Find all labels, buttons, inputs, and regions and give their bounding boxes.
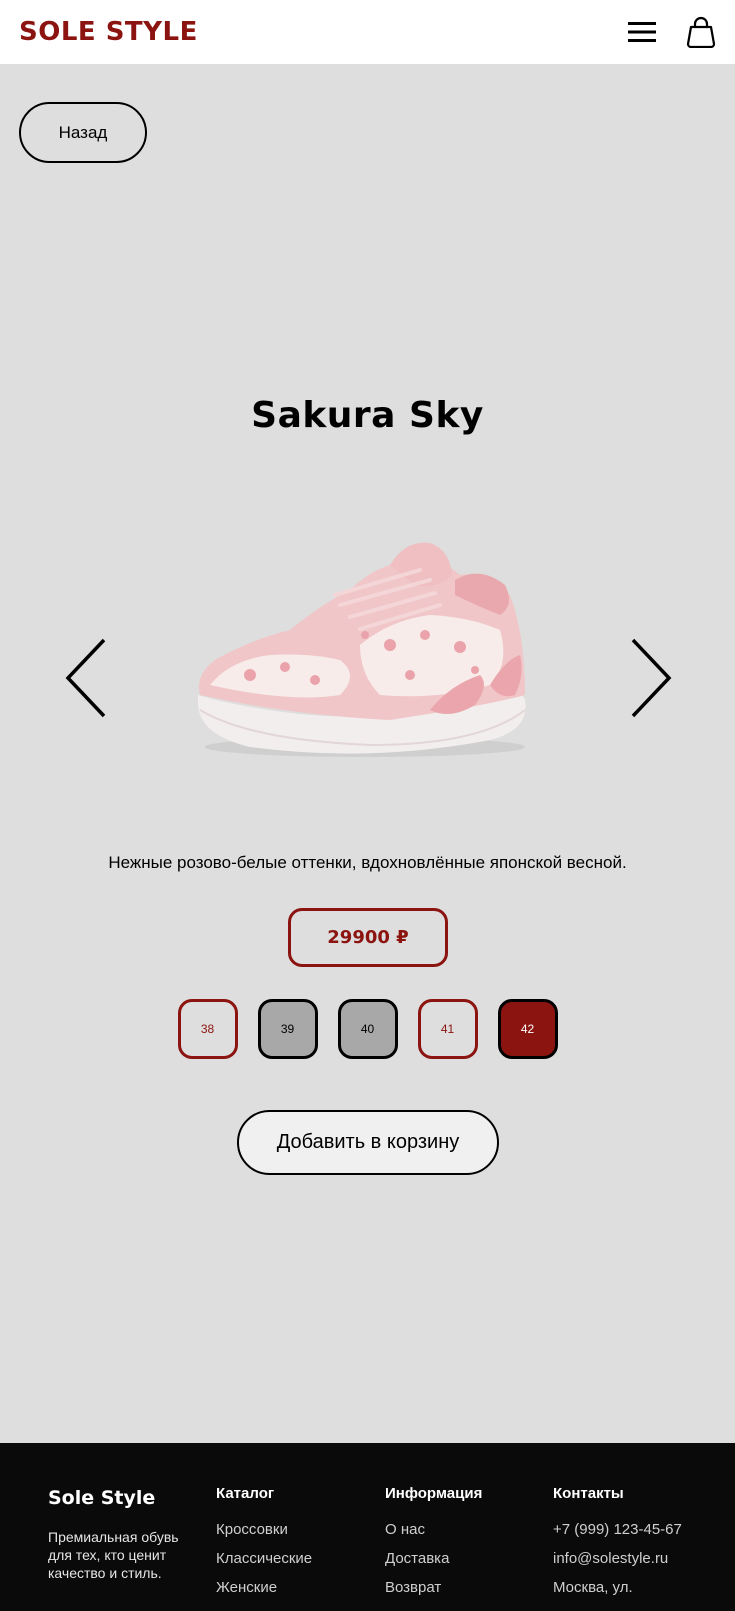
site-footer: Sole Style Премиальная обувь для тех, кт… (0, 1443, 735, 1611)
product-title: Sakura Sky (251, 395, 484, 436)
footer-contacts: Контакты +7 (999) 123-45-67 info@solesty… (553, 1485, 703, 1608)
footer-info: Информация О нас Доставка Возврат (385, 1485, 482, 1608)
chevron-left-icon[interactable] (62, 638, 112, 718)
footer-heading-contacts: Контакты (553, 1485, 624, 1502)
footer-link-about[interactable]: О нас (385, 1521, 482, 1539)
footer-heading-catalog: Каталог (216, 1485, 275, 1502)
shopping-bag-icon[interactable] (686, 16, 716, 48)
site-header: SOLE STYLE (0, 0, 735, 64)
size-selector: 38 39 40 41 42 (0, 999, 735, 1059)
sneaker-image (190, 535, 545, 770)
footer-heading-info: Информация (385, 1485, 483, 1502)
footer-link-sneakers[interactable]: Кроссовки (216, 1521, 312, 1539)
footer-link-phone[interactable]: +7 (999) 123-45-67 (553, 1521, 703, 1539)
size-option-42[interactable]: 42 (497, 999, 558, 1059)
footer-link-classic[interactable]: Классические (216, 1550, 312, 1568)
hamburger-menu-icon[interactable] (628, 21, 656, 43)
size-option-40[interactable]: 40 (337, 999, 398, 1059)
size-option-41[interactable]: 41 (417, 999, 478, 1059)
header-icons (628, 16, 716, 48)
size-option-38[interactable]: 38 (177, 999, 238, 1059)
size-option-39[interactable]: 39 (257, 999, 318, 1059)
chevron-right-icon[interactable] (625, 638, 675, 718)
site-logo[interactable]: SOLE STYLE (19, 17, 198, 47)
product-description: Нежные розово-белые оттенки, вдохновлённ… (108, 853, 627, 872)
footer-link-address[interactable]: Москва, ул. (553, 1579, 703, 1597)
footer-brand: Sole Style (48, 1487, 156, 1509)
back-button[interactable]: Назад (19, 102, 147, 163)
price-badge: 29900 ₽ (288, 908, 448, 967)
footer-link-email[interactable]: info@solestyle.ru (553, 1550, 703, 1568)
footer-link-women[interactable]: Женские (216, 1579, 312, 1597)
footer-link-delivery[interactable]: Доставка (385, 1550, 482, 1568)
footer-link-returns[interactable]: Возврат (385, 1579, 482, 1597)
footer-catalog: Каталог Кроссовки Классические Женские (216, 1485, 312, 1608)
add-to-cart-button[interactable]: Добавить в корзину (237, 1110, 499, 1175)
footer-tagline: Премиальная обувь для тех, кто ценит кач… (48, 1529, 179, 1581)
